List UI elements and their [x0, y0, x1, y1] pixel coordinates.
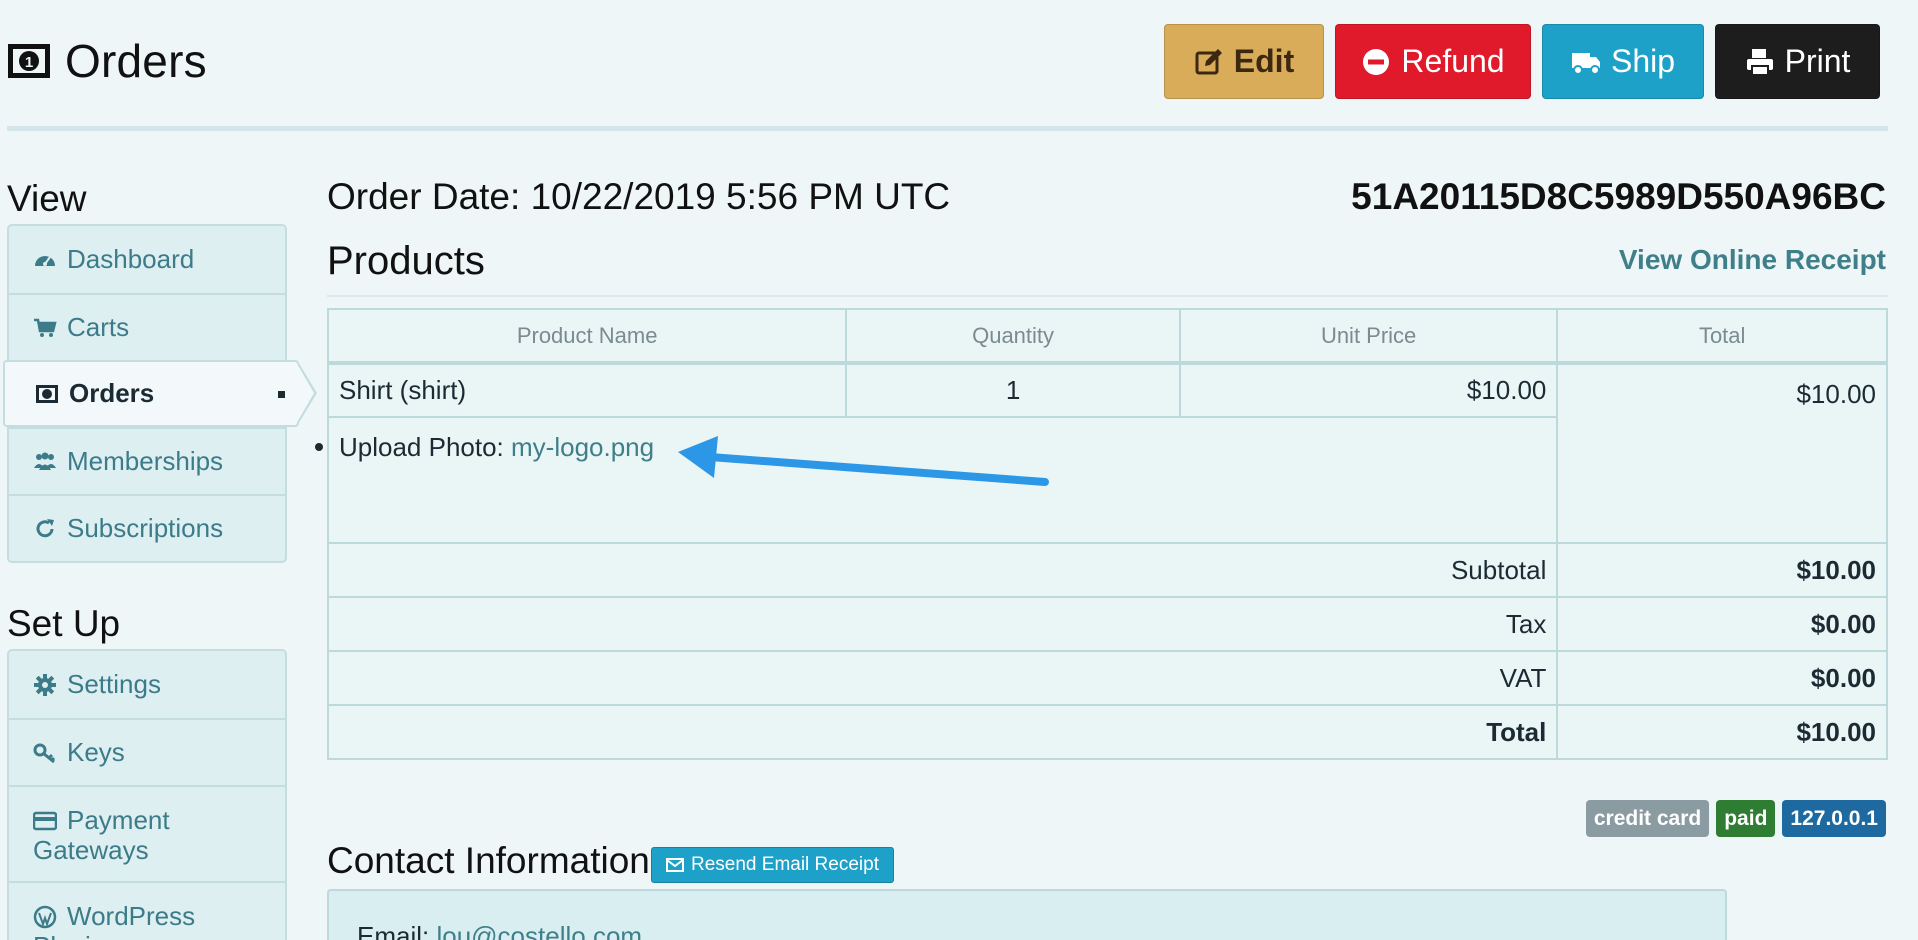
refresh-icon: [36, 518, 54, 537]
summary-row-tax: Tax $0.00: [326, 596, 1888, 652]
column-header-total: Total: [1556, 308, 1888, 364]
edit-button[interactable]: Edit: [1164, 24, 1324, 99]
sidebar-item-payment-gateways[interactable]: Payment Gateways: [9, 785, 285, 881]
active-indicator: [278, 391, 285, 398]
credit-card-icon: [33, 811, 57, 831]
wordpress-icon: [33, 905, 57, 929]
sidebar-item-carts[interactable]: Carts: [9, 293, 285, 360]
summary-value: $10.00: [1556, 704, 1888, 760]
table-header-row: Product Name Quantity Unit Price Total: [326, 308, 1888, 364]
bullet-icon: [315, 443, 323, 451]
sidebar-item-memberships[interactable]: Memberships: [9, 427, 285, 494]
svg-text:1: 1: [25, 54, 33, 71]
orders-icon: [36, 384, 58, 403]
sidebar-item-label: Dashboard: [67, 244, 195, 274]
email-link[interactable]: lou@costello.com: [436, 921, 642, 940]
quantity-cell: 1: [845, 362, 1181, 418]
ip-address-badge: 127.0.0.1: [1782, 800, 1886, 837]
users-icon: [34, 452, 56, 470]
sidebar-item-label: WordPress Plugin: [33, 901, 196, 940]
sidebar-item-label: Keys: [67, 737, 125, 767]
column-header-unit-price: Unit Price: [1178, 308, 1559, 364]
order-actions: Edit Refund Ship Print: [1164, 24, 1880, 99]
key-icon: [33, 743, 56, 763]
summary-value: $10.00: [1556, 542, 1888, 598]
summary-row-subtotal: Subtotal $10.00: [326, 542, 1888, 598]
products-section-title: Products: [327, 239, 485, 283]
resend-email-receipt-button[interactable]: Resend Email Receipt: [651, 847, 894, 883]
products-table: Product Name Quantity Unit Price Total S…: [315, 308, 1888, 760]
dashboard-icon: [35, 255, 55, 266]
table-row: Shirt (shirt) 1 $10.00 $10.00: [326, 362, 1888, 544]
resend-email-receipt-label: Resend Email Receipt: [691, 854, 879, 875]
products-divider: [327, 295, 1888, 297]
sidebar-item-wordpress-plugin[interactable]: WordPress Plugin: [9, 881, 285, 940]
minus-circle-icon: [1363, 48, 1390, 75]
money-icon: 1: [8, 44, 50, 78]
setup-section-title: Set Up: [7, 603, 121, 644]
sidebar-item-label: Memberships: [67, 446, 224, 476]
refund-button[interactable]: Refund: [1335, 24, 1531, 99]
summary-value: $0.00: [1556, 596, 1888, 652]
edit-button-label: Edit: [1233, 43, 1295, 79]
status-badge: paid: [1716, 800, 1776, 837]
sidebar-item-keys[interactable]: Keys: [9, 718, 285, 785]
sidebar-item-dashboard[interactable]: Dashboard: [9, 226, 285, 293]
summary-row-vat: VAT $0.00: [326, 650, 1888, 706]
sidebar-item-label: Payment Gateways: [33, 805, 170, 865]
summary-label: Tax: [326, 596, 1559, 652]
sidebar-item-label-line2: Plugin: [33, 931, 195, 940]
page-header: 1 Orders: [7, 34, 207, 88]
sidebar-item-label: Orders: [69, 378, 155, 408]
summary-value: $0.00: [1556, 650, 1888, 706]
page-title: Orders: [65, 35, 207, 87]
annotation-arrow: [678, 436, 1049, 486]
payment-method-badge: credit card: [1585, 800, 1710, 837]
header-divider: [7, 126, 1888, 131]
truck-icon: [1571, 52, 1600, 75]
sidebar-item-settings[interactable]: Settings: [9, 651, 285, 718]
view-nav: Dashboard Carts Orders Memberships Subsc…: [3, 224, 317, 563]
summary-label: VAT: [326, 650, 1559, 706]
contact-email: Email: lou@costello.com: [357, 921, 642, 940]
column-header-product-name: Product Name: [326, 308, 848, 364]
print-icon: [1746, 48, 1773, 76]
line-total-cell: $10.00: [1556, 362, 1888, 544]
setup-nav: Settings Keys Payment Gateways WordPress…: [7, 649, 287, 940]
envelope-icon: [666, 858, 684, 872]
cart-icon: [34, 318, 57, 337]
print-button[interactable]: Print: [1715, 24, 1880, 99]
contact-section-title: Contact Information: [327, 840, 650, 881]
column-header-quantity: Quantity: [845, 308, 1181, 364]
uploaded-file-link[interactable]: my-logo.png: [511, 432, 654, 462]
unit-price-cell: $10.00: [1178, 362, 1559, 418]
email-label: Email:: [357, 921, 437, 940]
sidebar-item-label-line2: Gateways: [33, 835, 149, 865]
refund-button-label: Refund: [1401, 43, 1505, 79]
view-section-title: View: [7, 178, 87, 219]
product-name-cell: Shirt (shirt): [326, 362, 848, 418]
summary-label: Total: [326, 704, 1559, 760]
order-date: Order Date: 10/22/2019 5:56 PM UTC: [327, 176, 951, 217]
edit-icon: [1195, 48, 1222, 74]
summary-label: Subtotal: [326, 542, 1559, 598]
print-button-label: Print: [1784, 43, 1851, 79]
order-id: 51A20115D8C5989D550A96BC: [1351, 176, 1886, 217]
sidebar-item-label-line1: Payment: [67, 805, 170, 835]
sidebar-item-label: Subscriptions: [67, 513, 224, 543]
sidebar-item-label: Carts: [67, 312, 130, 342]
summary-row-total: Total $10.00: [326, 704, 1888, 760]
sidebar-item-orders[interactable]: Orders: [3, 360, 317, 427]
sidebar-item-label-line1: WordPress: [67, 901, 196, 931]
order-badges: credit card paid 127.0.0.1: [1585, 800, 1886, 837]
ship-button-label: Ship: [1610, 43, 1676, 79]
option-label: Upload Photo:: [339, 432, 512, 462]
view-online-receipt-link[interactable]: View Online Receipt: [1619, 244, 1886, 276]
sidebar-item-label: Settings: [67, 669, 161, 699]
gear-icon: [34, 673, 56, 696]
sidebar-item-subscriptions[interactable]: Subscriptions: [9, 494, 285, 561]
ship-button[interactable]: Ship: [1542, 24, 1704, 99]
